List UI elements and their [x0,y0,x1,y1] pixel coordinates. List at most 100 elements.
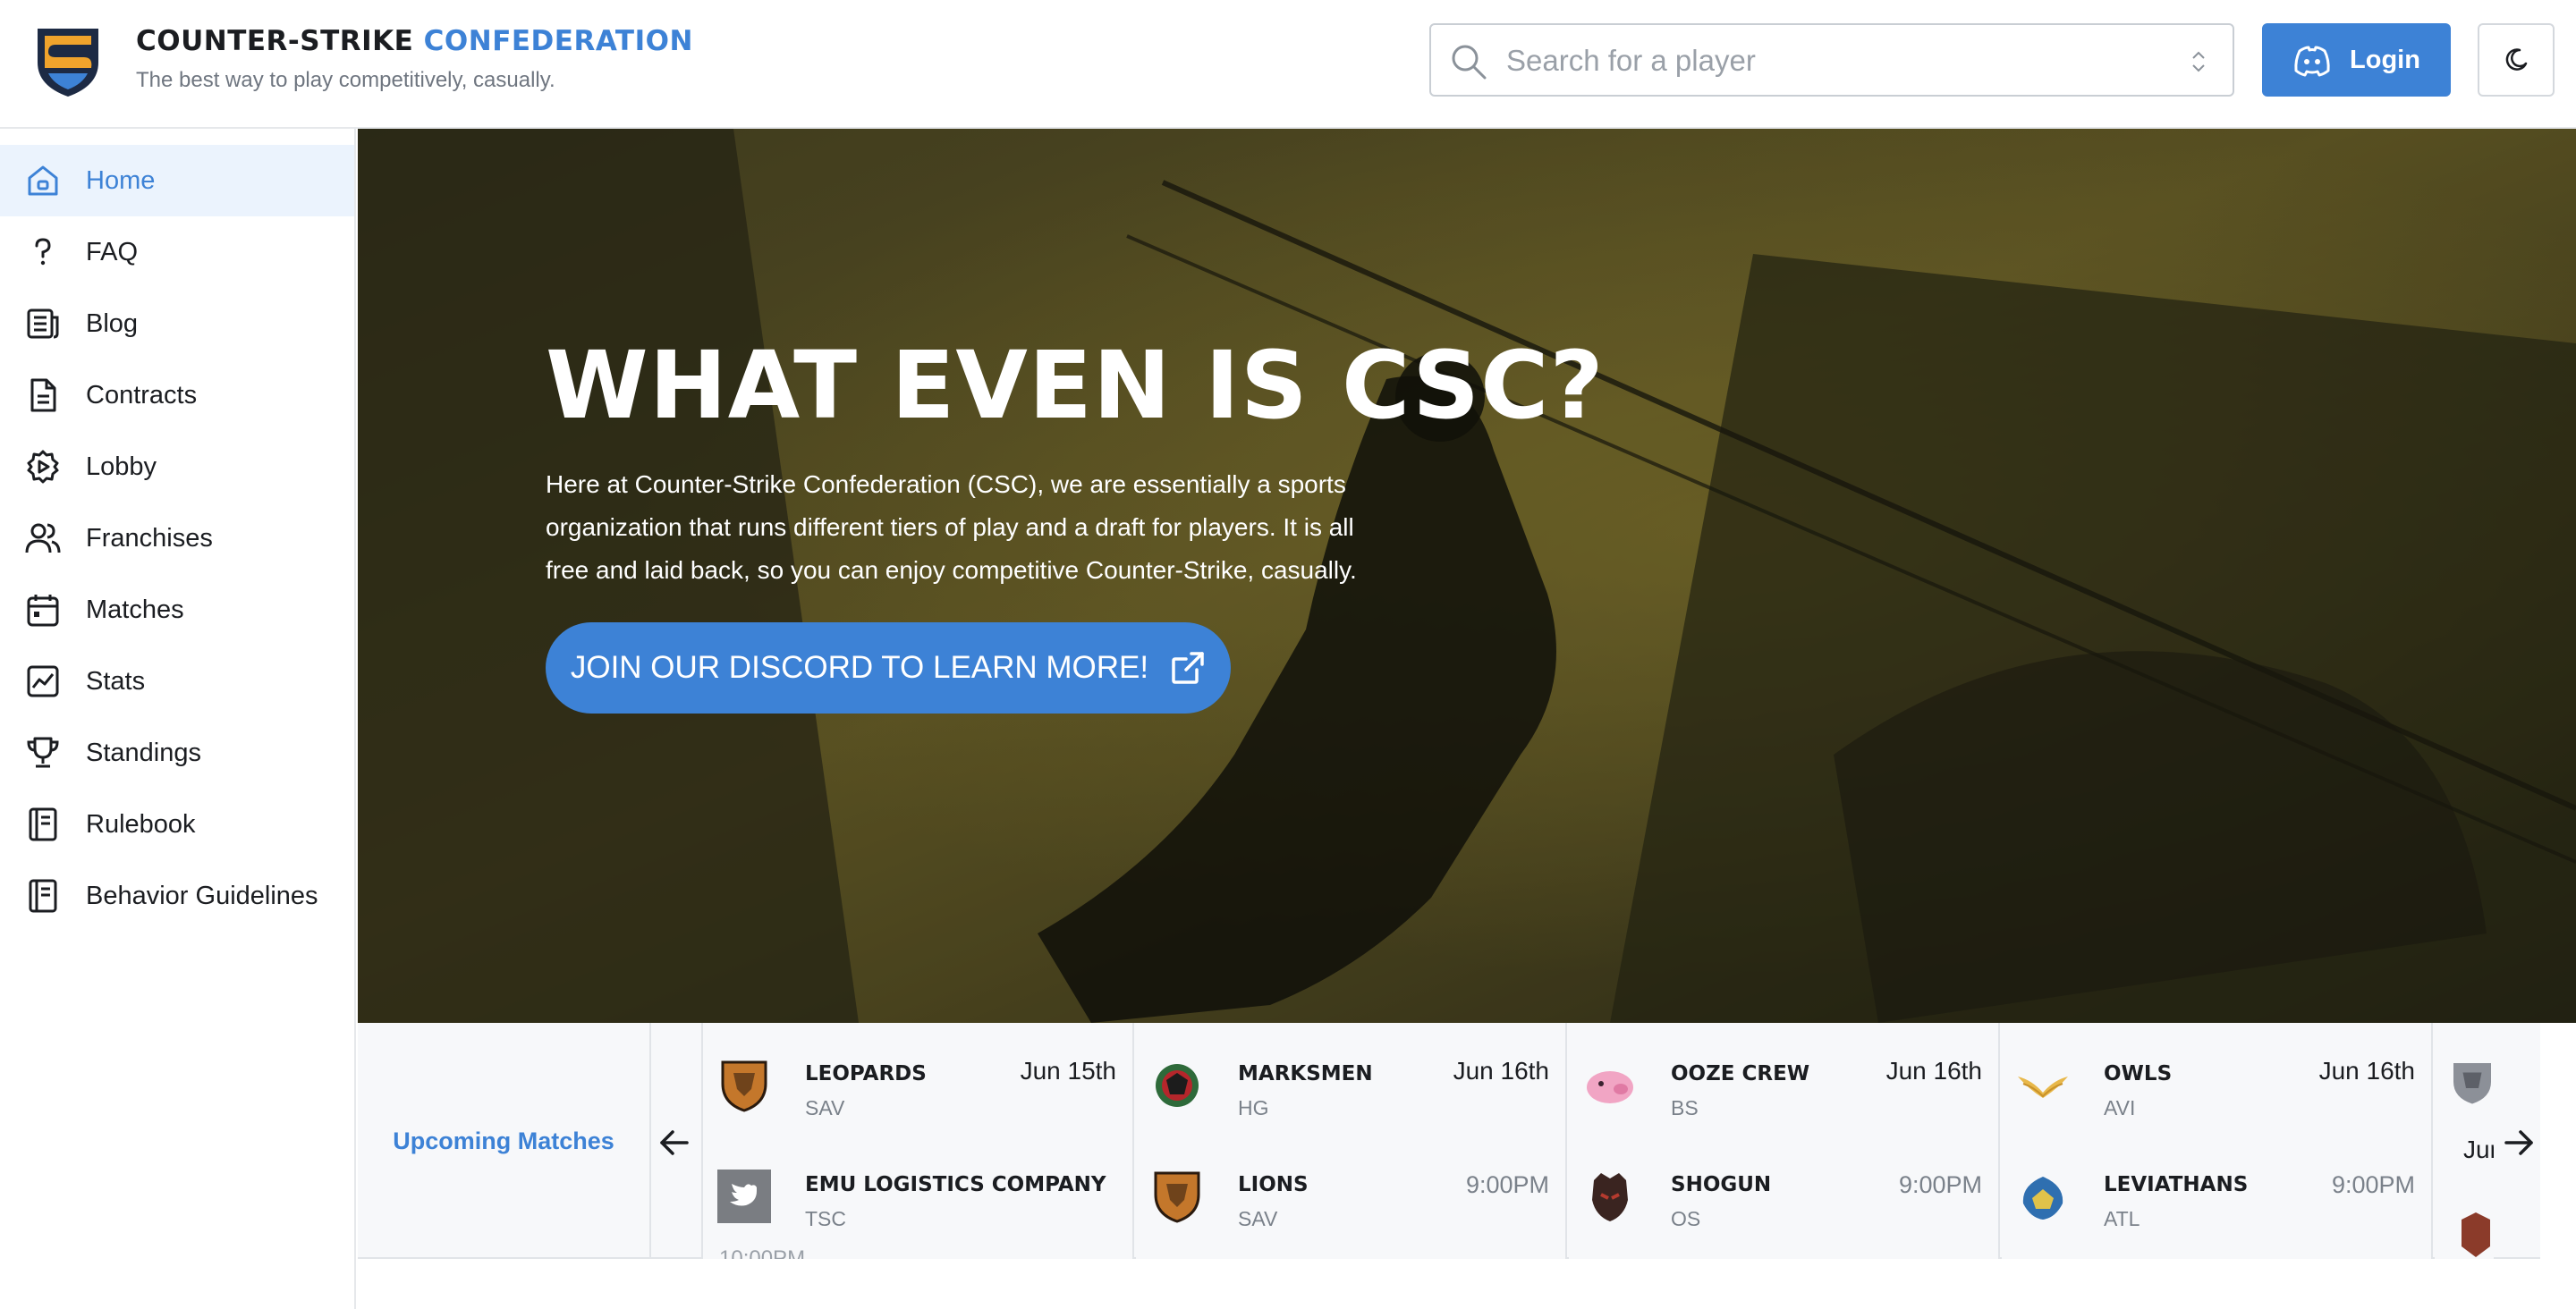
team-name: SHOGUN [1671,1173,1772,1196]
discord-icon [2294,46,2330,77]
calendar-icon [23,590,63,629]
chart-icon [23,662,63,701]
sidebar-item-label: Contracts [86,380,198,410]
login-button[interactable]: Login [2262,23,2451,97]
sidebar-item-contracts[interactable]: Contracts [0,359,354,431]
match-time: 9:00PM [1898,1171,1982,1198]
sidebar-item-label: Blog [86,308,139,338]
sidebar-item-rulebook[interactable]: Rulebook [0,789,354,860]
brand-primary: COUNTER-STRIKE [136,25,414,57]
search-input[interactable] [1506,38,2150,84]
carousel-next-button[interactable] [2499,1123,2538,1162]
sidebar-item-label: FAQ [86,237,139,266]
matches-carousel: LEOPARDS SAV EMU LOGISTICS COMPANY TSC J… [701,1023,2494,1259]
book-icon [23,805,63,844]
leopards-logo [721,1060,767,1112]
carousel-prev-button[interactable] [655,1123,694,1162]
sidebar-item-label: Home [86,165,156,195]
team-abbr: SAV [1238,1207,1278,1230]
book-icon [23,876,63,916]
owls-logo [2018,1077,2068,1098]
sidebar-item-label: Lobby [86,452,157,481]
match-time: 9:00PM [1465,1171,1549,1198]
sidebar-item-label: Franchises [86,523,213,553]
team-abbr: HG [1238,1096,1269,1119]
upcoming-matches-title: Upcoming Matches [358,1023,651,1259]
arrow-right-icon [2504,1130,2533,1155]
hero-banner: WHAT EVEN IS CSC? Here at Counter-Strike… [358,129,2576,1023]
player-search[interactable] [1429,23,2234,97]
login-label: Login [2350,45,2420,74]
brand-tagline: The best way to play competitively, casu… [136,68,555,92]
marksmen-logo [1156,1064,1199,1107]
sidebar-item-standings[interactable]: Standings [0,717,354,789]
join-discord-button[interactable]: JOIN OUR DISCORD TO LEARN MORE! [546,622,1231,714]
team-name: OWLS [2104,1062,2173,1085]
team-logo [2462,1212,2490,1257]
sidebar-item-label: Stats [86,666,146,696]
home-icon [23,161,63,200]
search-icon [1452,45,1487,80]
hero-description: Here at Counter-Strike Confederation (CS… [546,470,1357,584]
match-card[interactable]: OWLS AVI LEVIATHANS ATL Jun 16th 9:00PM [2002,1023,2433,1259]
match-date: Jun 16th [2318,1057,2415,1085]
document-icon [23,376,63,415]
brand-accent: CONFEDERATION [423,25,693,57]
users-icon [23,519,63,558]
news-icon [23,304,63,343]
question-icon [23,232,63,272]
match-card[interactable]: LEOPARDS SAV EMU LOGISTICS COMPANY TSC J… [703,1023,1134,1259]
sidebar-item-label: Rulebook [86,809,196,839]
sidebar-item-label: Behavior Guidelines [86,881,318,910]
team-abbr: AVI [2104,1096,2136,1119]
brand-title[interactable]: COUNTER-STRIKE CONFEDERATION [136,25,693,57]
chevron-up-down-icon[interactable] [2190,49,2207,74]
sidebar-item-stats[interactable]: Stats [0,646,354,717]
shogun-logo [1592,1173,1628,1221]
gear-play-icon [23,447,63,486]
arrow-left-icon [660,1130,689,1155]
hero-title: WHAT EVEN IS CSC? [546,331,1605,440]
match-card[interactable]: OOZE CREW BS SHOGUN OS Jun 16th 9:00PM [1569,1023,2000,1259]
sidebar: Home FAQ Blog Contracts Lobby Franchises [0,129,356,1309]
sidebar-item-blog[interactable]: Blog [0,288,354,359]
sidebar-item-faq[interactable]: FAQ [0,216,354,288]
sidebar-item-matches[interactable]: Matches [0,574,354,646]
team-name: EMU LOGISTICS COMPANY [805,1173,1106,1196]
sidebar-item-lobby[interactable]: Lobby [0,431,354,502]
sidebar-item-label: Standings [86,738,201,767]
sidebar-item-franchises[interactable]: Franchises [0,502,354,574]
match-date: Jun 15th [1020,1057,1116,1085]
leviathans-logo [2022,1177,2063,1220]
csc-logo[interactable] [32,23,104,98]
match-time: 10:00PM [719,1246,806,1259]
team-name: LEOPARDS [805,1062,927,1085]
team-name: OOZE CREW [1671,1062,1810,1085]
team-abbr: BS [1671,1096,1699,1119]
match-date: Jun 16th [1453,1057,1549,1085]
moon-icon [2505,48,2528,71]
sidebar-item-home[interactable]: Home [0,145,354,216]
match-card[interactable]: Jun 1 [2435,1023,2494,1259]
external-link-icon [1172,652,1204,684]
team-abbr: SAV [805,1096,845,1119]
emu-logistics-logo [717,1170,771,1223]
sidebar-item-behavior-guidelines[interactable]: Behavior Guidelines [0,860,354,932]
match-card[interactable]: MARKSMEN HG LIONS SAV Jun 16th 9:00PM [1136,1023,1567,1259]
team-name: MARKSMEN [1238,1062,1373,1085]
match-team: EMU LOGISTICS COMPANY TSC [716,1166,1127,1237]
lions-logo [1154,1171,1200,1223]
team-abbr: ATL [2104,1207,2140,1230]
ooze-crew-logo [1587,1071,1633,1103]
team-name: LIONS [1238,1173,1309,1196]
match-date: Jun 16th [1885,1057,1982,1085]
theme-toggle-button[interactable] [2478,23,2555,97]
upcoming-matches: Upcoming Matches LEOPARDS SAV EMU LOGIST… [358,1023,2540,1259]
team-abbr: TSC [805,1207,846,1230]
join-discord-label: JOIN OUR DISCORD TO LEARN MORE! [570,650,1149,685]
team-logo [2453,1063,2491,1104]
team-abbr: OS [1671,1207,1701,1230]
trophy-icon [23,733,63,773]
team-name: LEVIATHANS [2104,1173,2249,1196]
match-date: Jun 1 [2463,1136,2494,1163]
